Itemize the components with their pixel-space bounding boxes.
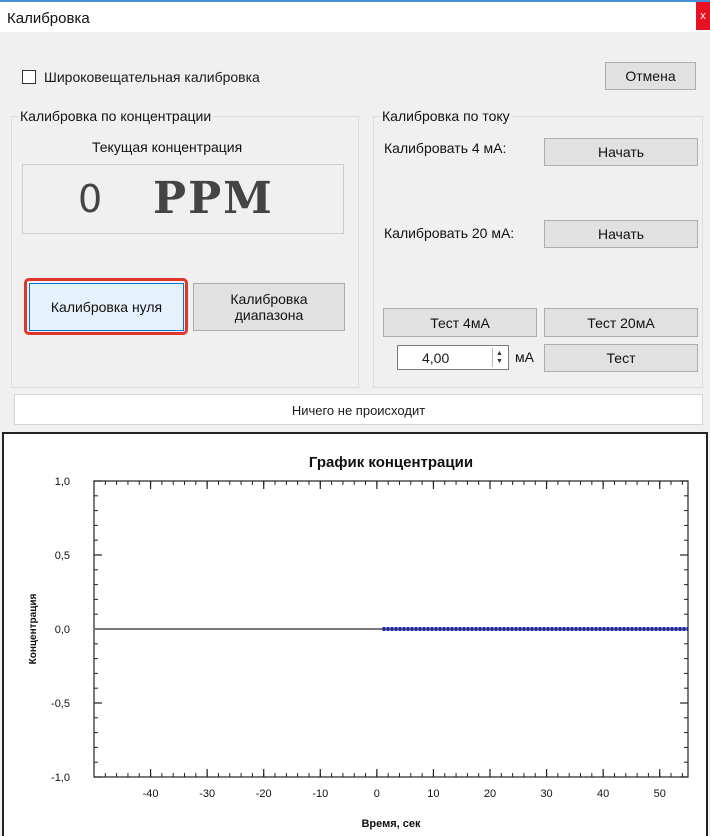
y-tick-label: -0,5 bbox=[51, 698, 70, 710]
spinbox-arrows-icon[interactable]: ▲ ▼ bbox=[492, 348, 506, 367]
cal4-start-button[interactable]: Начать bbox=[544, 138, 698, 166]
concentration-chart: График концентрации -40 -30 -20 -10 0 10 20 30 40… bbox=[28, 454, 689, 830]
current-concentration-label: Текущая концентрация bbox=[92, 139, 243, 155]
cal20-label: Калибровать 20 мА: bbox=[384, 225, 515, 241]
x-tick-label: 0 bbox=[374, 788, 380, 800]
broadcast-checkbox-row[interactable]: Широковещательная калибровка bbox=[22, 67, 260, 87]
concentration-display: 0 PPM bbox=[22, 164, 344, 234]
current-spinbox[interactable]: 4,00 ▲ ▼ bbox=[397, 345, 509, 370]
x-tick-label: 50 bbox=[654, 788, 666, 800]
x-tick-label: 40 bbox=[597, 788, 609, 800]
x-tick-label: -10 bbox=[312, 788, 328, 800]
x-tick-label: -30 bbox=[199, 788, 215, 800]
y-tick-label: 1,0 bbox=[55, 476, 70, 488]
x-tick-label: -40 bbox=[143, 788, 159, 800]
concentration-unit: PPM bbox=[153, 173, 274, 224]
title-bar: Калибровка x bbox=[0, 2, 710, 32]
span-button-line1: Калибровка bbox=[230, 291, 308, 307]
x-tick-label: -20 bbox=[256, 788, 272, 800]
cal4-label: Калибровать 4 мА: bbox=[384, 140, 507, 156]
test4-button[interactable]: Тест 4мА bbox=[383, 308, 537, 337]
span-calibration-button[interactable]: Калибровка диапазона bbox=[193, 283, 345, 331]
x-tick-label: 20 bbox=[484, 788, 496, 800]
cal20-start-button[interactable]: Начать bbox=[544, 220, 698, 248]
close-button[interactable]: x bbox=[696, 2, 710, 30]
status-bar: Ничего не происходит bbox=[14, 394, 703, 425]
calibration-window: Калибровка x Широковещательная калибровк… bbox=[0, 0, 710, 836]
window-title: Калибровка bbox=[7, 10, 90, 27]
y-axis-label: Концентрация bbox=[28, 593, 39, 664]
chart-title: График концентрации bbox=[309, 454, 473, 471]
concentration-group: Калибровка по концентрации bbox=[11, 108, 359, 388]
broadcast-checkbox[interactable] bbox=[22, 70, 36, 84]
highlight-frame bbox=[24, 278, 188, 335]
span-button-line2: диапазона bbox=[234, 307, 304, 323]
y-tick-label: 0,0 bbox=[55, 624, 70, 636]
spinbox-unit: мА bbox=[515, 349, 534, 365]
chart-panel: График концентрации -40 -30 -20 -10 0 10 20 30 40… bbox=[2, 432, 708, 836]
y-tick-label: -1,0 bbox=[51, 772, 70, 784]
x-tick-label: 30 bbox=[540, 788, 552, 800]
concentration-value: 0 bbox=[78, 177, 103, 221]
y-tick-label: 0,5 bbox=[55, 550, 70, 562]
concentration-group-legend: Калибровка по концентрации bbox=[18, 108, 214, 124]
status-text: Ничего не происходит bbox=[291, 403, 426, 418]
spinbox-value[interactable]: 4,00 bbox=[422, 350, 449, 366]
x-tick-label: 10 bbox=[427, 788, 439, 800]
test-button[interactable]: Тест bbox=[544, 344, 698, 372]
x-axis-label: Время, сек bbox=[361, 818, 421, 830]
current-group-legend: Калибровка по току bbox=[380, 108, 512, 124]
broadcast-checkbox-label[interactable]: Широковещательная калибровка bbox=[44, 69, 260, 85]
test20-button[interactable]: Тест 20мА bbox=[544, 308, 698, 337]
cancel-button[interactable]: Отмена bbox=[605, 62, 696, 90]
